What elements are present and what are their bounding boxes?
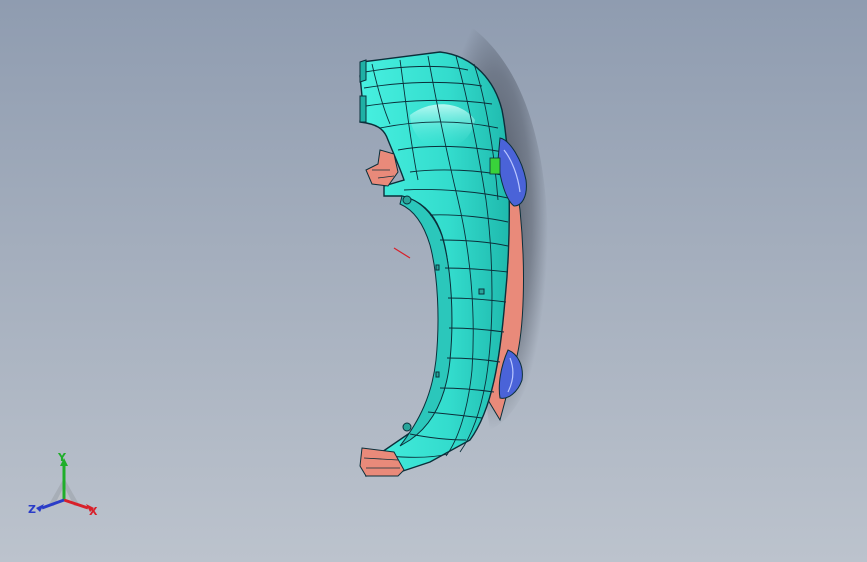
y-axis-label: Y — [58, 451, 66, 464]
z-axis-label: Z — [28, 503, 36, 516]
upper-bracket — [365, 149, 399, 187]
graphics-viewport[interactable]: Y Z X — [0, 0, 867, 562]
view-orientation-triad[interactable]: Y Z X — [28, 450, 100, 520]
x-axis-label: X — [89, 505, 98, 518]
reference-line — [393, 247, 411, 259]
bumper-3d-model[interactable] — [0, 0, 867, 562]
selected-face[interactable] — [489, 157, 501, 175]
